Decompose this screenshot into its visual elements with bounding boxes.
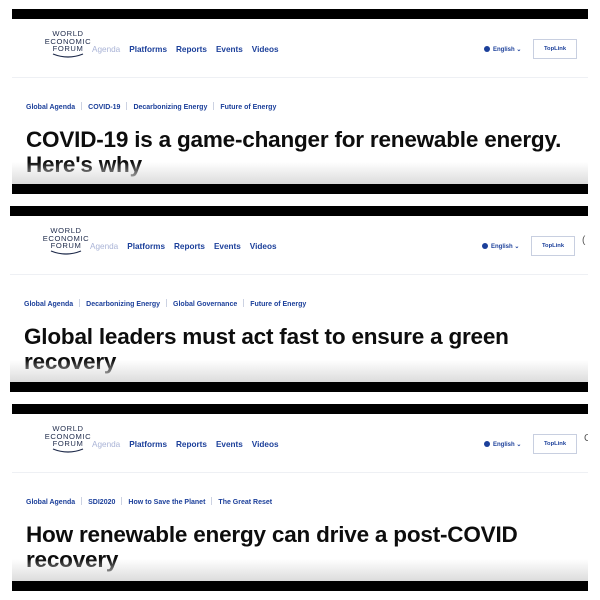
toplink-button[interactable]: TopLink (533, 434, 577, 454)
logo-swoosh-icon (50, 249, 82, 255)
nav-agenda[interactable]: Agenda (90, 242, 118, 251)
language-selector[interactable]: English ⌄ (484, 46, 521, 53)
globe-icon (484, 441, 490, 447)
toplink-button[interactable]: TopLink (533, 39, 577, 59)
nav-platforms[interactable]: Platforms (129, 45, 167, 54)
screen-fade (12, 559, 588, 581)
language-label: English (493, 47, 515, 53)
nav-events[interactable]: Events (214, 242, 241, 251)
partial-icon: ( (582, 235, 586, 246)
breadcrumb-item[interactable]: Future of Energy (250, 301, 306, 308)
nav-agenda[interactable]: Agenda (92, 45, 120, 54)
main-nav: Agenda Platforms Reports Events Videos (92, 440, 288, 449)
breadcrumb-item[interactable]: Future of Energy (220, 104, 276, 111)
header-divider (12, 472, 588, 473)
breadcrumb-item[interactable]: Decarbonizing Energy (133, 104, 207, 111)
globe-icon (484, 46, 490, 52)
nav-platforms[interactable]: Platforms (127, 242, 165, 251)
breadcrumb-item[interactable]: How to Save the Planet (128, 499, 205, 506)
nav-reports[interactable]: Reports (176, 45, 207, 54)
breadcrumb: Global Agenda COVID-19 Decarbonizing Energ… (26, 102, 276, 111)
toplink-button[interactable]: TopLink (531, 236, 575, 256)
article-screenshot-1: WORLD ECONOMIC FORUM Agenda Platforms Repo… (12, 9, 588, 194)
nav-reports[interactable]: Reports (174, 242, 205, 251)
language-selector[interactable]: English ⌄ (482, 243, 519, 250)
article-screenshot-3: WORLD ECONOMIC FORUM Agenda Platforms Repo… (12, 404, 588, 591)
logo-swoosh-icon (52, 52, 84, 58)
language-label: English (491, 244, 513, 250)
breadcrumb-item[interactable]: Global Agenda (26, 499, 75, 506)
nav-videos[interactable]: Videos (252, 45, 279, 54)
nav-events[interactable]: Events (216, 440, 243, 449)
chevron-down-icon: ⌄ (514, 244, 520, 250)
nav-agenda[interactable]: Agenda (92, 440, 120, 449)
breadcrumb-item[interactable]: Decarbonizing Energy (86, 301, 160, 308)
header-divider (10, 274, 588, 275)
chevron-down-icon: ⌄ (516, 442, 522, 448)
breadcrumb-item[interactable]: Global Governance (173, 301, 237, 308)
nav-platforms[interactable]: Platforms (129, 440, 167, 449)
breadcrumb-item[interactable]: COVID-19 (88, 104, 120, 111)
breadcrumb-item[interactable]: The Great Reset (218, 499, 272, 506)
breadcrumb-item[interactable]: Global Agenda (26, 104, 75, 111)
nav-reports[interactable]: Reports (176, 440, 207, 449)
language-label: English (493, 442, 515, 448)
breadcrumb: Global Agenda SDI2020 How to Save the Plan… (26, 497, 272, 506)
main-nav: Agenda Platforms Reports Events Videos (90, 242, 286, 251)
partial-icon: C (584, 433, 588, 444)
article-screenshot-2: WORLD ECONOMIC FORUM Agenda Platforms Repo… (10, 206, 588, 392)
nav-videos[interactable]: Videos (252, 440, 279, 449)
logo-swoosh-icon (52, 447, 84, 453)
globe-icon (482, 243, 488, 249)
header-divider (12, 77, 588, 78)
screen-fade (10, 360, 588, 382)
breadcrumb-item[interactable]: SDI2020 (88, 499, 115, 506)
nav-videos[interactable]: Videos (250, 242, 277, 251)
chevron-down-icon: ⌄ (516, 47, 522, 53)
language-selector[interactable]: English ⌄ (484, 441, 521, 448)
main-nav: Agenda Platforms Reports Events Videos (92, 45, 288, 54)
screen-fade (12, 162, 588, 184)
breadcrumb-item[interactable]: Global Agenda (24, 301, 73, 308)
nav-events[interactable]: Events (216, 45, 243, 54)
breadcrumb: Global Agenda Decarbonizing Energy Global … (24, 299, 306, 308)
